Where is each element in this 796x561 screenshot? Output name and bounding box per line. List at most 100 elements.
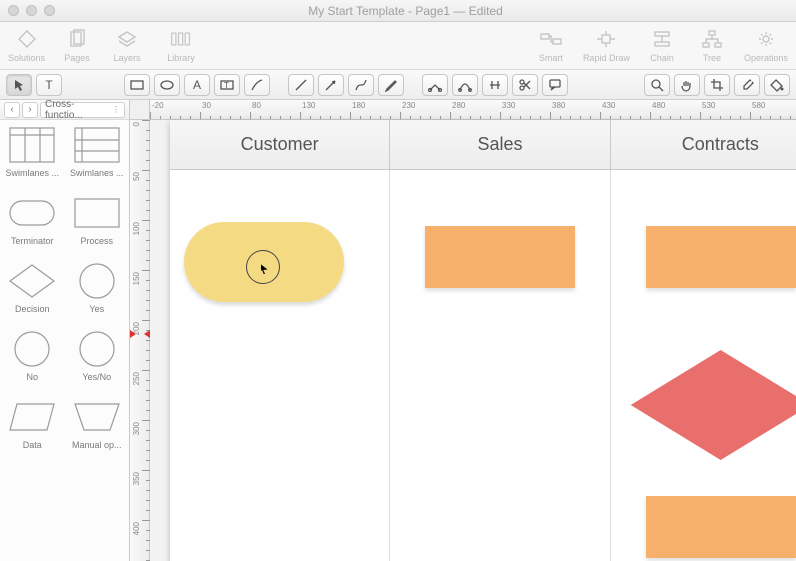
stencil-nav: ‹ › Cross-functio... ⋮	[0, 100, 129, 120]
stencil-no[interactable]: No	[0, 324, 65, 392]
pen-tool[interactable]	[378, 74, 404, 96]
hand-tool[interactable]	[674, 74, 700, 96]
canvas-area[interactable]: -203080130180230280330380430480530580630…	[130, 100, 796, 561]
primary-toolbar: Solutions Pages Layers Library Smart Rap…	[0, 22, 796, 70]
stencil-terminator[interactable]: Terminator	[0, 188, 65, 256]
lane-sales[interactable]	[390, 170, 610, 561]
rapiddraw-button[interactable]: Rapid Draw	[583, 28, 630, 63]
lane-header-contracts[interactable]: Contracts	[611, 120, 796, 169]
solutions-button[interactable]: Solutions	[8, 28, 45, 63]
ruler-corner	[130, 100, 150, 120]
stencil-manual-op-[interactable]: Manual op...	[65, 392, 130, 460]
minimize-window-button[interactable]	[26, 5, 37, 16]
text-shape-tool[interactable]: A	[184, 74, 210, 96]
connector-tool[interactable]	[422, 74, 448, 96]
tree-icon	[701, 28, 723, 50]
rapiddraw-label: Rapid Draw	[583, 53, 630, 63]
smart-button[interactable]: Smart	[533, 28, 569, 63]
stencil-yes[interactable]: Yes	[65, 256, 130, 324]
window-controls	[8, 5, 55, 16]
stencil-label: Swimlanes ...	[5, 168, 59, 178]
layers-button[interactable]: Layers	[109, 28, 145, 63]
stencil-label: Swimlanes ...	[70, 168, 124, 178]
pointer-tool[interactable]	[6, 74, 32, 96]
stencil-label: Yes/No	[82, 372, 111, 382]
operations-button[interactable]: Operations	[744, 28, 788, 63]
rect-icon	[73, 194, 121, 232]
pages-button[interactable]: Pages	[59, 28, 95, 63]
eyedropper-tool[interactable]	[734, 74, 760, 96]
ruler-guide-marker[interactable]	[130, 330, 150, 338]
smart-icon	[540, 28, 562, 50]
stencil-process[interactable]: Process	[65, 188, 130, 256]
zoom-tool[interactable]	[644, 74, 670, 96]
process-shape[interactable]	[646, 226, 796, 288]
stencil-library-dropdown[interactable]: Cross-functio... ⋮	[40, 102, 125, 118]
callout-tool[interactable]	[542, 74, 568, 96]
drawing-page[interactable]: Customer Sales Contracts	[170, 120, 796, 561]
lane-header-customer[interactable]: Customer	[170, 120, 390, 169]
library-icon	[170, 28, 192, 50]
decision-shape[interactable]	[631, 350, 796, 460]
svg-text:T: T	[224, 81, 229, 90]
process-shape[interactable]	[425, 226, 575, 288]
stencil-yes-no[interactable]: Yes/No	[65, 324, 130, 392]
stencil-sidebar: ‹ › Cross-functio... ⋮ Swimlanes ... Swim…	[0, 100, 130, 561]
lane-header-sales[interactable]: Sales	[390, 120, 610, 169]
lane-contracts[interactable]	[611, 170, 796, 561]
fill-tool[interactable]	[764, 74, 790, 96]
stencil-decision[interactable]: Decision	[0, 256, 65, 324]
cursor-click-indicator	[246, 250, 280, 284]
lane-customer[interactable]	[170, 170, 390, 561]
stencil-label: Terminator	[11, 236, 54, 246]
stencil-label: No	[26, 372, 38, 382]
circle-icon	[73, 262, 121, 300]
terminator-icon	[8, 194, 56, 232]
library-button[interactable]: Library	[163, 28, 199, 63]
curve-tool[interactable]	[348, 74, 374, 96]
layers-label: Layers	[114, 53, 141, 63]
library-label: Library	[167, 53, 195, 63]
gear-icon	[755, 28, 777, 50]
stencil-data[interactable]: Data	[0, 392, 65, 460]
swim-h-icon	[73, 126, 121, 164]
ellipse-shape-tool[interactable]	[154, 74, 180, 96]
chain-button[interactable]: Chain	[644, 28, 680, 63]
pages-icon	[66, 28, 88, 50]
stencil-back-button[interactable]: ‹	[4, 102, 20, 118]
text-tool[interactable]: T	[36, 74, 62, 96]
swim-v-icon	[8, 126, 56, 164]
pages-label: Pages	[64, 53, 90, 63]
horizontal-ruler: -203080130180230280330380430480530580630	[150, 100, 796, 120]
arrow-tool[interactable]	[318, 74, 344, 96]
line-tool[interactable]	[288, 74, 314, 96]
zoom-window-button[interactable]	[44, 5, 55, 16]
smart-label: Smart	[539, 53, 563, 63]
process-shape[interactable]	[646, 496, 796, 558]
bezier-tool[interactable]	[452, 74, 478, 96]
window-title: My Start Template - Page1 — Edited	[55, 4, 756, 18]
tree-button[interactable]: Tree	[694, 28, 730, 63]
rect-shape-tool[interactable]	[124, 74, 150, 96]
chevron-updown-icon: ⋮	[112, 105, 120, 114]
stencil-label: Data	[23, 440, 42, 450]
layers-icon	[116, 28, 138, 50]
stencil-label: Manual op...	[72, 440, 122, 450]
trape-icon	[73, 398, 121, 436]
close-window-button[interactable]	[8, 5, 19, 16]
stencil-label: Process	[80, 236, 113, 246]
chain-label: Chain	[650, 53, 674, 63]
stencil-forward-button[interactable]: ›	[22, 102, 38, 118]
operations-label: Operations	[744, 53, 788, 63]
crop-tool[interactable]	[704, 74, 730, 96]
stencil-swimlanes-[interactable]: Swimlanes ...	[0, 120, 65, 188]
snap-tool[interactable]	[482, 74, 508, 96]
diamond-icon	[8, 262, 56, 300]
textbox-tool[interactable]: T	[214, 74, 240, 96]
scissors-tool[interactable]	[512, 74, 538, 96]
swimlane-header-row: Customer Sales Contracts	[170, 120, 796, 170]
pencil-tool[interactable]	[244, 74, 270, 96]
solutions-label: Solutions	[8, 53, 45, 63]
circle-icon	[8, 330, 56, 368]
stencil-swimlanes-[interactable]: Swimlanes ...	[65, 120, 130, 188]
